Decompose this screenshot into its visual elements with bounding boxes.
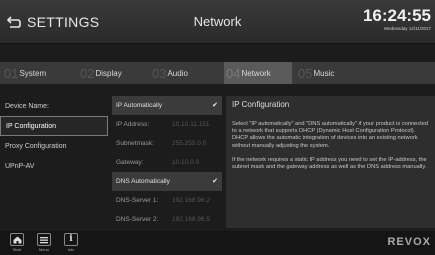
tab-label: Display — [95, 68, 122, 78]
start-button[interactable]: Start — [8, 233, 26, 253]
ip-config-fields: IP Automatically ✔ IP Address: 10.10.11.… — [112, 96, 222, 229]
checkmark-icon: ✔ — [212, 178, 218, 185]
tab-number: 05 — [298, 65, 313, 81]
home-icon — [10, 233, 24, 246]
field-label: DNS-Server 2: — [116, 216, 159, 223]
ip-address-field[interactable]: IP Address: 10.10.11.151 — [112, 115, 222, 134]
sidebar-item-device-name[interactable]: Device Name: — [0, 96, 108, 116]
tab-number: 04 — [226, 65, 241, 81]
tab-label: Audio — [167, 68, 188, 78]
tab-number: 03 — [152, 65, 167, 81]
clock: 16:24:55 Wednesday 12/11/2017 — [362, 6, 431, 32]
brand-logo: REVOX — [387, 236, 431, 248]
dns-automatically-toggle[interactable]: DNS Automatically ✔ — [112, 172, 222, 191]
info-paragraph: If the network requires a static IP addr… — [232, 156, 427, 171]
top-bar: SETTINGS Network 16:24:55 Wednesday 12/1… — [0, 0, 435, 44]
sidebar-item-upnp-av[interactable]: UPnP-AV — [0, 156, 108, 176]
ip-automatically-toggle[interactable]: IP Automatically ✔ — [112, 96, 222, 115]
bottom-bar: Start Menu i Info REVOX — [0, 231, 435, 255]
tab-number: 02 — [80, 65, 95, 81]
dns-server-2-field[interactable]: DNS-Server 2: 192.168.96.5 — [112, 210, 222, 229]
menu-button[interactable]: Menu — [35, 233, 53, 253]
subnetmask-field[interactable]: Subnetmask: 255.255.0.0 — [112, 134, 222, 153]
info-panel: IP Configuration Select "IP automaticall… — [226, 96, 435, 228]
subnetmask-value: 255.255.0.0 — [172, 140, 207, 147]
field-label: IP Address: — [116, 121, 150, 128]
field-label: DNS Automatically — [116, 178, 170, 185]
tab-system[interactable]: 01 System — [4, 62, 74, 84]
tab-label: System — [19, 68, 47, 78]
dns-server-1-value: 192.168.96.2 — [172, 197, 210, 204]
button-label: Info — [67, 247, 75, 252]
dns-server-1-field[interactable]: DNS-Server 1: 192.168.96.2 — [112, 191, 222, 210]
gateway-value: 10.10.0.9 — [172, 159, 200, 166]
menu-icon — [37, 233, 51, 246]
tab-audio[interactable]: 03 Audio — [152, 62, 222, 84]
info-paragraph: Select "IP automatically" and "DNS autom… — [232, 121, 429, 149]
tab-label: Music — [313, 68, 335, 78]
tab-music[interactable]: 05 Music — [298, 62, 368, 84]
info-button[interactable]: i Info — [62, 233, 80, 253]
field-label: Gateway: — [116, 159, 144, 166]
sidebar-item-proxy-configuration[interactable]: Proxy Configuration — [0, 136, 108, 156]
tab-display[interactable]: 02 Display — [80, 62, 150, 84]
field-label: Subnetmask: — [116, 140, 154, 147]
field-label: DNS-Server 1: — [116, 197, 159, 204]
dns-server-2-value: 192.168.96.5 — [172, 216, 210, 223]
button-label: Menu — [38, 247, 49, 252]
field-label: IP Automatically — [116, 102, 163, 109]
tab-bar: 01 System 02 Display 03 Audio 04 Network… — [0, 62, 435, 84]
tab-network[interactable]: 04 Network — [224, 62, 292, 84]
sidebar-item-ip-configuration[interactable]: IP Configuration — [0, 116, 108, 136]
checkmark-icon: ✔ — [212, 102, 218, 109]
tab-label: Network — [241, 68, 271, 78]
info-title: IP Configuration — [232, 100, 290, 109]
tab-number: 01 — [4, 65, 19, 81]
button-label: Start — [12, 247, 22, 252]
ip-address-value: 10.10.11.151 — [172, 121, 210, 128]
clock-date: Wednesday 12/11/2017 — [383, 26, 431, 31]
clock-time: 16:24:55 — [362, 6, 431, 25]
info-icon: i — [64, 233, 78, 246]
gateway-field[interactable]: Gateway: 10.10.0.9 — [112, 153, 222, 172]
settings-menu: Device Name: IP Configuration Proxy Conf… — [0, 96, 108, 176]
